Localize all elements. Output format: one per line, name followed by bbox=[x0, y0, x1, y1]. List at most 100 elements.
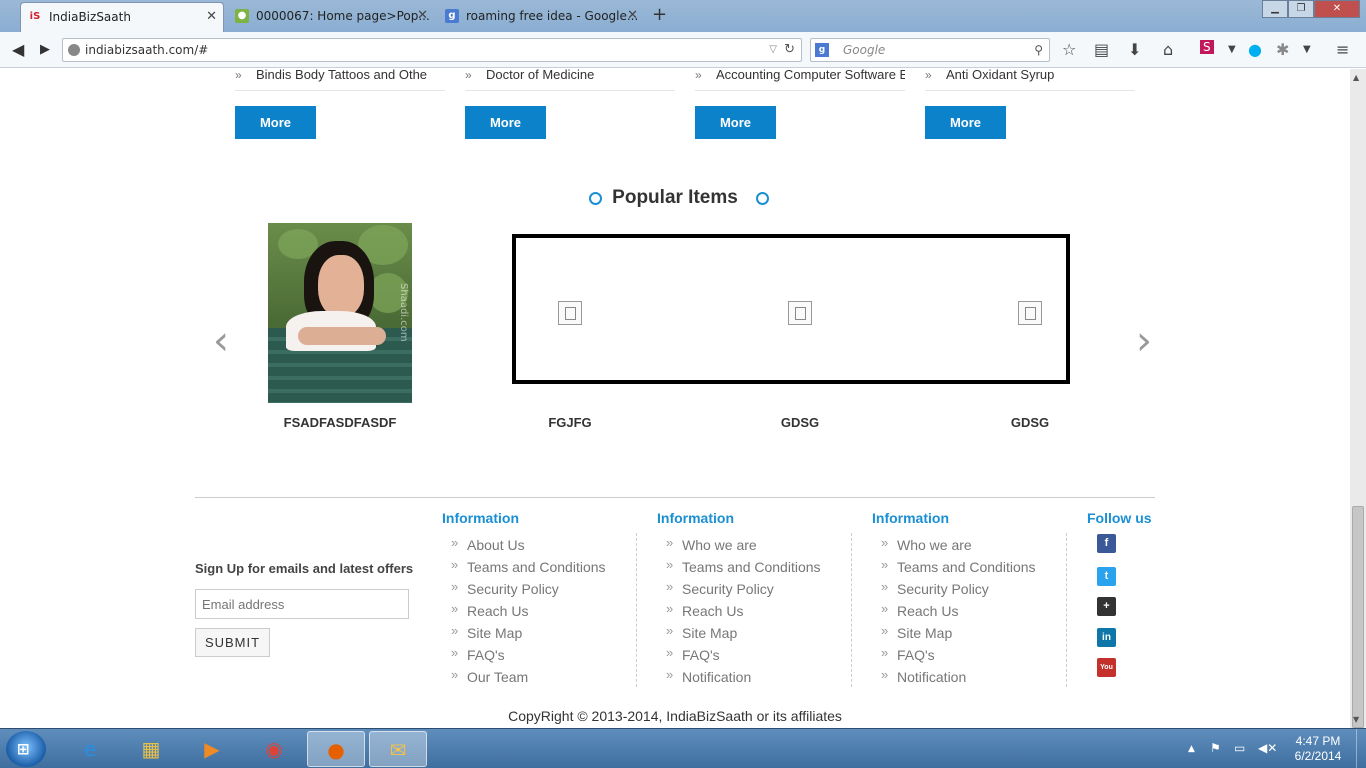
broken-image-icon[interactable] bbox=[788, 301, 812, 325]
footer-link[interactable]: About Us bbox=[442, 534, 642, 558]
footer-link[interactable]: Site Map bbox=[872, 622, 1072, 646]
forward-icon[interactable]: ▶ bbox=[40, 42, 50, 57]
tab-indiabizsaath[interactable]: iS IndiaBizSaath ✕ bbox=[20, 2, 224, 32]
facebook-icon[interactable]: f bbox=[1097, 534, 1116, 553]
search-bar[interactable]: g Google ⚲ bbox=[810, 38, 1050, 62]
product-label[interactable]: GDSG bbox=[700, 415, 900, 430]
linkedin-icon[interactable]: in bbox=[1097, 628, 1116, 647]
footer-link[interactable]: Reach Us bbox=[657, 600, 857, 624]
footer-link[interactable]: Notification bbox=[657, 666, 857, 690]
footer-link[interactable]: Who we are bbox=[872, 534, 1072, 558]
twitter-icon[interactable]: t bbox=[1097, 567, 1116, 586]
tab-google-search[interactable]: g roaming free idea - Google... ✕ bbox=[438, 2, 644, 32]
footer-heading: Information bbox=[872, 510, 949, 526]
footer-heading: Information bbox=[657, 510, 734, 526]
internet-explorer-icon[interactable]: e bbox=[61, 731, 119, 767]
system-clock[interactable]: 4:47 PM 6/2/2014 bbox=[1290, 734, 1346, 764]
restore-icon[interactable]: ❐ bbox=[1288, 0, 1314, 18]
new-tab-icon[interactable]: + bbox=[652, 4, 667, 25]
close-tab-icon[interactable]: ✕ bbox=[417, 2, 428, 30]
carousel-prev-icon[interactable]: ‹ bbox=[213, 321, 229, 361]
scrollbar-thumb[interactable] bbox=[1352, 506, 1364, 728]
network-icon[interactable]: ▭ bbox=[1234, 741, 1245, 755]
bookmarks-list-icon[interactable]: ▤ bbox=[1094, 40, 1109, 59]
footer-link[interactable]: FAQ's bbox=[442, 644, 642, 668]
product-label[interactable]: GDSG bbox=[930, 415, 1130, 430]
footer-link[interactable]: Teams and Conditions bbox=[442, 556, 642, 580]
product-label[interactable]: FSADFASDFASDF bbox=[240, 415, 440, 430]
more-button[interactable]: More bbox=[465, 106, 546, 139]
footer-link[interactable]: Site Map bbox=[657, 622, 857, 646]
minimize-icon[interactable]: ▁ bbox=[1262, 0, 1288, 18]
footer-info-column: Information Who we are Teams and Conditi… bbox=[872, 510, 1072, 690]
addon-s-icon[interactable]: S bbox=[1200, 40, 1214, 54]
scroll-down-icon[interactable]: ▼ bbox=[1353, 715, 1359, 724]
category-link[interactable]: Accounting Computer Software E bbox=[695, 69, 905, 91]
category-link[interactable]: Anti Oxidant Syrup bbox=[925, 69, 1135, 91]
globe-icon bbox=[68, 44, 80, 56]
file-explorer-icon[interactable]: ▦ bbox=[122, 731, 180, 767]
tab-bug-tracker[interactable]: ● 0000067: Home page>Pop... ✕ bbox=[228, 2, 434, 32]
email-field[interactable] bbox=[195, 589, 409, 619]
footer-link[interactable]: FAQ's bbox=[872, 644, 1072, 668]
more-button[interactable]: More bbox=[695, 106, 776, 139]
search-icon[interactable]: ⚲ bbox=[1034, 39, 1043, 61]
footer-link[interactable]: Security Policy bbox=[442, 578, 642, 602]
product-image[interactable]: Shaadi.com bbox=[268, 223, 412, 403]
start-button[interactable]: ⊞ bbox=[6, 731, 46, 767]
scroll-up-icon[interactable]: ▲ bbox=[1353, 73, 1359, 82]
google-plus-icon[interactable]: + bbox=[1097, 597, 1116, 616]
footer-link[interactable]: FAQ's bbox=[657, 644, 857, 668]
skype-icon[interactable]: ● bbox=[1248, 40, 1262, 59]
more-button[interactable]: More bbox=[235, 106, 316, 139]
category-link[interactable]: Doctor of Medicine bbox=[465, 69, 675, 91]
footer-link[interactable]: Who we are bbox=[657, 534, 857, 558]
addon-dropdown-icon[interactable]: ▼ bbox=[1228, 44, 1236, 55]
product-label[interactable]: FGJFG bbox=[470, 415, 670, 430]
menu-icon[interactable]: ≡ bbox=[1336, 40, 1349, 59]
firebug-icon[interactable]: ✱ bbox=[1276, 40, 1289, 59]
home-icon[interactable]: ⌂ bbox=[1163, 40, 1173, 59]
chrome-icon[interactable]: ◉ bbox=[245, 731, 303, 767]
firebug-dropdown-icon[interactable]: ▼ bbox=[1303, 44, 1311, 55]
broken-image-icon[interactable] bbox=[558, 301, 582, 325]
carousel-next-icon[interactable]: › bbox=[1136, 321, 1152, 361]
bookmark-star-icon[interactable]: ☆ bbox=[1062, 40, 1076, 59]
footer-heading: Information bbox=[442, 510, 519, 526]
bug-favicon-icon: ● bbox=[235, 9, 249, 23]
media-player-icon[interactable]: ▶ bbox=[183, 731, 241, 767]
footer-link[interactable]: Reach Us bbox=[872, 600, 1072, 624]
footer-link[interactable]: Security Policy bbox=[657, 578, 857, 602]
reload-icon[interactable]: ↻ bbox=[784, 39, 795, 61]
history-dropdown-icon[interactable]: ▽ bbox=[769, 39, 777, 61]
broken-image-icon[interactable] bbox=[1018, 301, 1042, 325]
back-icon[interactable]: ◀ bbox=[12, 40, 24, 59]
volume-muted-icon[interactable]: ◀✕ bbox=[1258, 741, 1277, 755]
footer-link[interactable]: Site Map bbox=[442, 622, 642, 646]
page-scrollbar[interactable]: ▲ ▼ bbox=[1350, 69, 1366, 728]
outlook-icon[interactable]: ✉ bbox=[369, 731, 427, 767]
submit-button[interactable]: SUBMIT bbox=[195, 628, 270, 657]
youtube-icon[interactable]: You bbox=[1097, 658, 1116, 677]
footer-link[interactable]: Our Team bbox=[442, 666, 642, 690]
follow-us-heading: Follow us bbox=[1087, 510, 1152, 526]
close-tab-icon[interactable]: ✕ bbox=[206, 3, 217, 31]
footer-link[interactable]: Reach Us bbox=[442, 600, 642, 624]
address-bar[interactable]: indiabizsaath.com/# ▽ ↻ bbox=[62, 38, 802, 62]
action-center-icon[interactable]: ⚑ bbox=[1210, 741, 1221, 755]
google-engine-icon[interactable]: g bbox=[815, 43, 829, 57]
broken-image-frame bbox=[512, 234, 1070, 384]
close-window-icon[interactable]: ✕ bbox=[1314, 0, 1360, 18]
tray-overflow-icon[interactable]: ▲ bbox=[1188, 744, 1195, 754]
popular-items-title: Popular Items bbox=[612, 187, 738, 208]
footer-link[interactable]: Teams and Conditions bbox=[657, 556, 857, 580]
footer-link[interactable]: Teams and Conditions bbox=[872, 556, 1072, 580]
close-tab-icon[interactable]: ✕ bbox=[627, 2, 638, 30]
firefox-icon[interactable]: ● bbox=[307, 731, 365, 767]
downloads-icon[interactable]: ⬇ bbox=[1128, 40, 1141, 59]
footer-link[interactable]: Security Policy bbox=[872, 578, 1072, 602]
show-desktop-button[interactable] bbox=[1356, 729, 1366, 768]
footer-link[interactable]: Notification bbox=[872, 666, 1072, 690]
more-button[interactable]: More bbox=[925, 106, 1006, 139]
category-link[interactable]: Bindis Body Tattoos and Othe bbox=[235, 69, 445, 91]
